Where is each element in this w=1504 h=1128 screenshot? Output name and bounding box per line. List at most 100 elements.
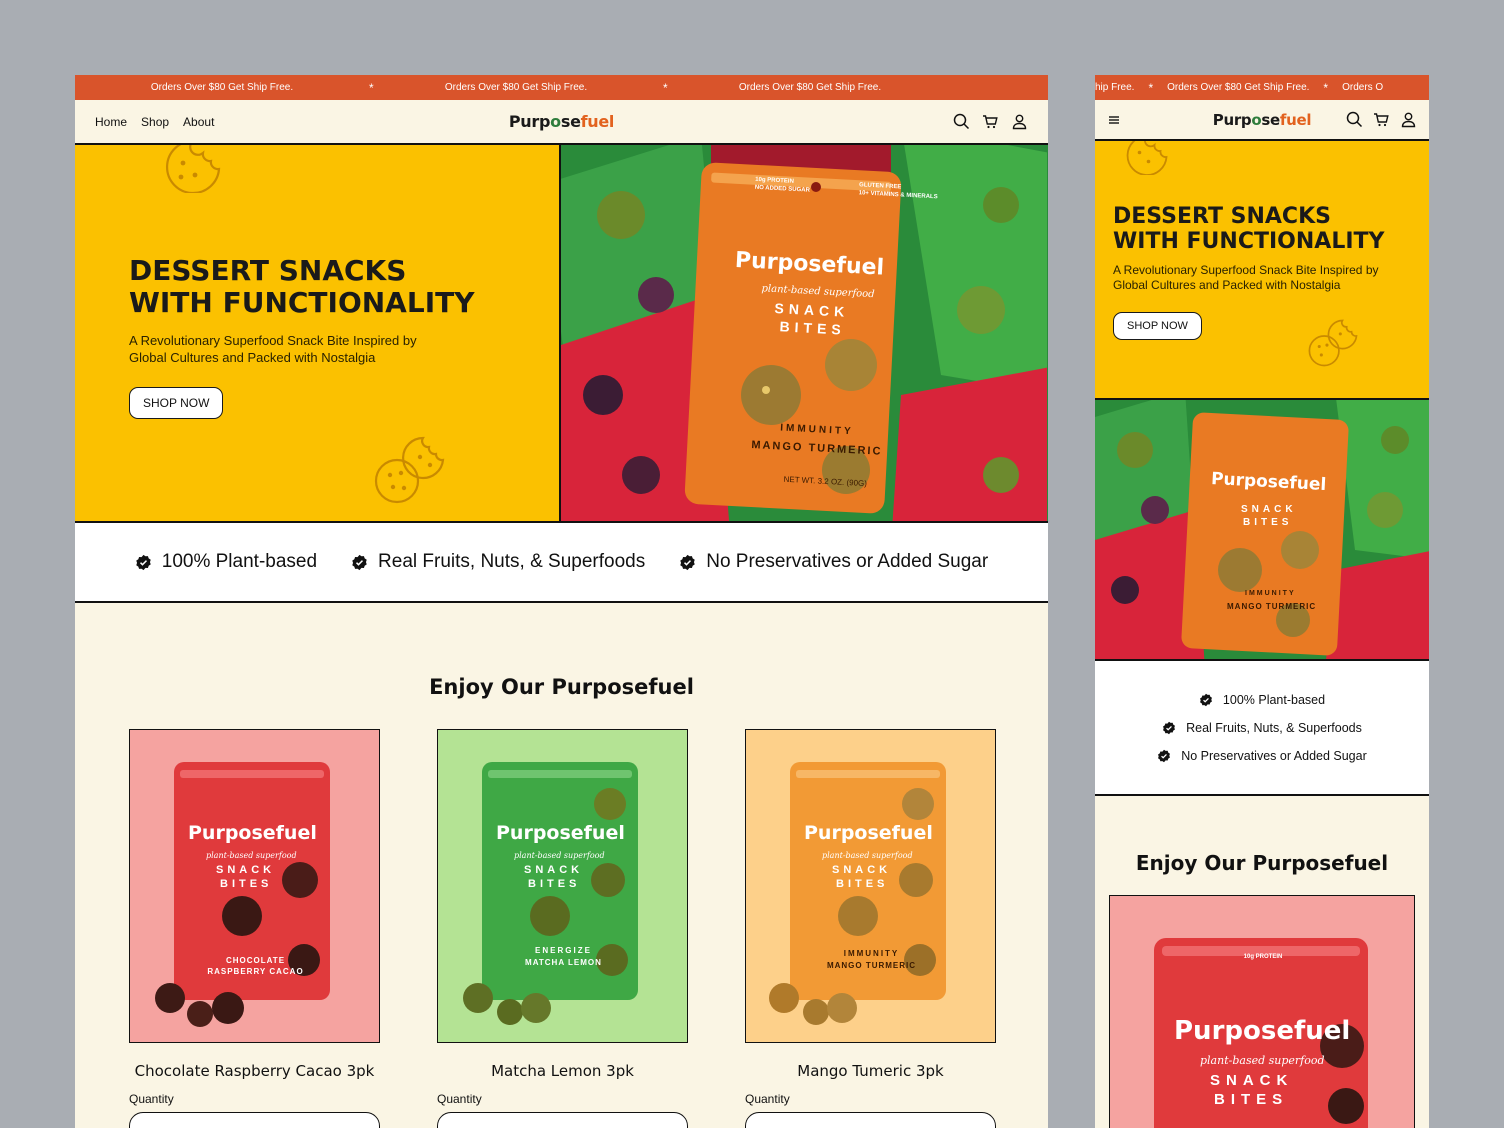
search-icon[interactable]	[953, 113, 970, 130]
product-name[interactable]: Mango Tumeric 3pk	[745, 1062, 996, 1080]
promo-text: Orders Over $80 Get Ship Free.	[1167, 82, 1310, 93]
feature-item: No Preservatives or Added Sugar	[679, 551, 988, 573]
product-card[interactable]: Purposefuel plant-based superfood SNACK …	[745, 729, 996, 1128]
pouch-line: BITES	[220, 878, 273, 890]
hero-title-line: WITH FUNCTIONALITY	[1113, 229, 1385, 255]
hero-text-panel: DESSERT SNACKS WITH FUNCTIONALITY A Revo…	[75, 145, 561, 521]
pouch-benefit: IMMUNITY	[843, 949, 900, 958]
hero-subtitle: A Revolutionary Superfood Snack Bite Ins…	[1113, 263, 1384, 294]
cookies-icon	[374, 436, 445, 504]
pouch-line: SNACK	[1241, 504, 1297, 515]
nav-link-home[interactable]: Home	[95, 115, 127, 129]
cart-icon[interactable]	[982, 113, 999, 130]
product-image[interactable]: Purposefuel plant-based superfood SNACK …	[129, 729, 380, 1043]
user-icon[interactable]	[1400, 111, 1417, 128]
logo-text: Purp	[1212, 110, 1252, 129]
nav-link-shop[interactable]: Shop	[141, 115, 169, 129]
quantity-label: Quantity	[129, 1092, 174, 1106]
hero-subtitle-line: Global Cultures and Packed with Nostalgi…	[1113, 278, 1341, 293]
hero-section: DESSERT SNACKS WITH FUNCTIONALITY A Revo…	[75, 145, 1048, 523]
header-nav: Purposefuel	[1095, 100, 1429, 141]
feature-label: Real Fruits, Nuts, & Superfoods	[378, 551, 646, 572]
hero-subtitle: A Revolutionary Superfood Snack Bite Ins…	[129, 333, 475, 367]
hero-title-line: DESSERT SNACKS	[1113, 204, 1331, 229]
section-title: Enjoy Our Purposefuel	[429, 675, 694, 699]
pouch-line: BITES	[836, 878, 889, 890]
quantity-stepper[interactable]	[437, 1112, 688, 1128]
product-image[interactable]: Purposefuel plant-based superfood SNACK …	[745, 729, 996, 1043]
pouch-flavor: RASPBERRY CACAO	[207, 967, 304, 976]
product-card[interactable]: Purposefuel plant-based superfood SNACK …	[437, 729, 688, 1128]
promo-text: hip Free.	[1095, 82, 1135, 93]
check-badge-icon	[679, 554, 696, 571]
hero-text-panel: DESSERT SNACKS WITH FUNCTIONALITY A Revo…	[1095, 141, 1429, 400]
desktop-page: Orders Over $80 Get Ship Free. * Orders …	[75, 75, 1048, 1128]
pouch-brand: Purposefuel	[804, 822, 933, 844]
feature-item: Real Fruits, Nuts, & Superfoods	[1162, 721, 1362, 735]
menu-icon[interactable]	[1107, 114, 1121, 126]
hero-photo-illustration	[561, 145, 1048, 521]
hero-product-image: Purposefuel SNACK BITES IMMUNITY MANGO T…	[1095, 400, 1429, 661]
pouch-claim: 10g PROTEIN	[1243, 954, 1283, 960]
pouch-line: BITES	[1243, 517, 1293, 528]
pouch-flavor: MATCHA LEMON	[525, 958, 602, 967]
cookie-icon	[165, 145, 221, 193]
quantity-stepper[interactable]	[745, 1112, 996, 1128]
shop-now-button[interactable]: SHOP NOW	[129, 387, 224, 420]
logo-text: fuel	[580, 112, 615, 131]
pouch-tagline: plant-based superfood	[206, 851, 297, 860]
logo-text: fuel	[1279, 110, 1312, 129]
hero-photo-illustration	[1095, 400, 1429, 659]
product-image[interactable]: Purposefuel plant-based superfood SNACK …	[437, 729, 688, 1043]
brand-logo[interactable]: Purposefuel	[1212, 110, 1312, 129]
features-bar: 100% Plant-based Real Fruits, Nuts, & Su…	[1095, 661, 1429, 796]
promo-bar: hip Free. * Orders Over $80 Get Ship Fre…	[1095, 75, 1429, 100]
logo-text: Purp	[508, 112, 551, 131]
product-name[interactable]: Chocolate Raspberry Cacao 3pk	[129, 1062, 380, 1080]
pouch-tagline: plant-based superfood	[1200, 1054, 1325, 1067]
promo-text: Orders Over $80 Get Ship Free.	[150, 82, 294, 93]
header-nav: Home Shop About Purposefuel	[75, 100, 1048, 145]
cookie-icon	[1126, 141, 1168, 175]
product-card[interactable]: Purposefuel plant-based superfood SNACK …	[129, 729, 380, 1128]
feature-label: Real Fruits, Nuts, & Superfoods	[1186, 720, 1362, 735]
nav-link-about[interactable]: About	[183, 115, 214, 129]
product-name[interactable]: Matcha Lemon 3pk	[437, 1062, 688, 1080]
pouch-brand: Purposefuel	[1174, 1016, 1351, 1046]
quantity-stepper[interactable]	[129, 1112, 380, 1128]
pouch-line: SNACK	[524, 864, 584, 876]
feature-label: No Preservatives or Added Sugar	[1181, 748, 1367, 763]
search-icon[interactable]	[1346, 111, 1363, 128]
features-bar: 100% Plant-based Real Fruits, Nuts, & Su…	[75, 523, 1048, 603]
feature-item: 100% Plant-based	[135, 551, 317, 573]
brand-logo[interactable]: Purposefuel	[508, 112, 615, 131]
hero-subtitle-line: A Revolutionary Superfood Snack Bite Ins…	[129, 333, 417, 349]
shop-now-button[interactable]: SHOP NOW	[1113, 311, 1202, 340]
pouch-tagline: plant-based superfood	[822, 851, 913, 860]
logo-text: se	[560, 112, 581, 131]
user-icon[interactable]	[1011, 113, 1028, 130]
pouch-brand: Purposefuel	[496, 822, 625, 844]
promo-text: Orders Over $80 Get Ship Free.	[444, 82, 588, 93]
feature-item: Real Fruits, Nuts, & Superfoods	[351, 551, 645, 573]
hero-title-line: WITH FUNCTIONALITY	[129, 286, 475, 320]
hero-title: DESSERT SNACKS WITH FUNCTIONALITY	[129, 254, 475, 320]
cart-icon[interactable]	[1373, 111, 1390, 128]
pouch-benefit: IMMUNITY	[1245, 590, 1296, 597]
pouch-line: SNACK	[1210, 1072, 1294, 1089]
feature-label: No Preservatives or Added Sugar	[706, 551, 989, 572]
mobile-page: hip Free. * Orders Over $80 Get Ship Fre…	[1095, 75, 1429, 1128]
pouch-line: BITES	[528, 878, 581, 890]
section-title: Enjoy Our Purposefuel	[1135, 851, 1389, 875]
check-badge-icon	[1199, 693, 1213, 707]
promo-text: Orders Over $80 Get Ship Free.	[738, 82, 882, 93]
hero-subtitle-line: Global Cultures and Packed with Nostalgi…	[129, 350, 376, 366]
product-image[interactable]: 10g PROTEIN Purposefuel plant-based supe…	[1109, 895, 1415, 1128]
logo-text: se	[1261, 110, 1280, 129]
feature-item: No Preservatives or Added Sugar	[1157, 749, 1367, 763]
pouch-benefit: ENERGIZE	[535, 946, 592, 955]
quantity-label: Quantity	[745, 1092, 790, 1106]
promo-text: Orders O	[1342, 82, 1384, 93]
nav-links: Home Shop About	[95, 115, 214, 129]
feature-label: 100% Plant-based	[161, 551, 318, 572]
